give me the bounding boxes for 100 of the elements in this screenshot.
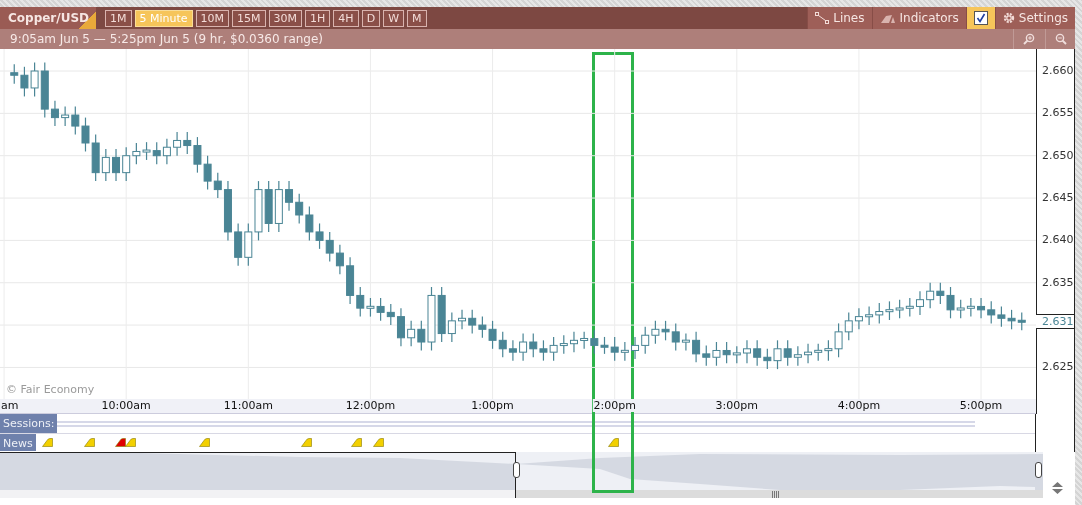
copyright-text: © Fair Economy	[6, 383, 95, 396]
date-range-text: 9:05am Jun 5 — 5:25pm Jun 5 (9 hr, $0.0360 range)	[9, 32, 324, 46]
toggle-checkbox[interactable]	[965, 7, 995, 29]
navigator-window[interactable]	[0, 452, 516, 498]
scroll-grip-icon	[772, 491, 779, 498]
candlestick	[356, 286, 365, 318]
price-label: 2.640	[1042, 233, 1074, 247]
candlestick	[641, 326, 650, 355]
price-label: 2.625	[1042, 360, 1074, 374]
candlestick	[173, 131, 182, 157]
candlestick	[702, 344, 711, 367]
candlestick	[854, 307, 863, 330]
range-handle[interactable]	[1035, 462, 1042, 478]
time-label: 5:00pm	[958, 399, 1004, 412]
news-flag-icon[interactable]	[301, 438, 312, 447]
news-flag-icon[interactable]	[351, 438, 362, 447]
candlestick	[122, 146, 131, 182]
timeframe-button[interactable]: M	[407, 9, 427, 27]
candlestick	[569, 331, 578, 353]
indicators-button[interactable]: Indicators	[871, 7, 966, 29]
settings-button[interactable]: Settings	[994, 7, 1075, 29]
news-flag-icon[interactable]	[199, 438, 210, 447]
candlestick	[162, 138, 171, 165]
candlestick	[417, 320, 426, 352]
news-label: News	[0, 434, 36, 451]
candlestick	[936, 282, 945, 305]
candlestick	[844, 311, 853, 341]
range-handle[interactable]	[513, 462, 520, 478]
time-label: 11:00am	[222, 399, 274, 412]
candlestick	[905, 297, 914, 318]
candlestick	[671, 322, 680, 352]
candlestick	[763, 348, 772, 370]
candlestick	[101, 148, 110, 182]
timeframe-button[interactable]: 15M	[232, 9, 266, 27]
time-label: 12:00pm	[344, 399, 397, 412]
news-flag-icon[interactable]	[608, 438, 619, 447]
symbol-label: Copper/USD	[0, 7, 96, 29]
candlestick	[956, 299, 965, 319]
timeframe-button[interactable]: 1H	[305, 9, 331, 27]
candlestick	[926, 282, 935, 309]
candlestick	[753, 339, 762, 367]
candlestick	[61, 105, 70, 127]
news-flag-icon[interactable]	[125, 438, 136, 447]
candlestick	[468, 309, 477, 335]
timeframe-button[interactable]: 10M	[195, 9, 230, 27]
candlestick	[742, 339, 751, 364]
time-label: 1:00pm	[470, 399, 515, 412]
candlestick	[295, 193, 304, 225]
candlestick	[946, 286, 955, 319]
candlestick	[508, 339, 517, 362]
news-flag-icon[interactable]	[373, 438, 384, 447]
price-label: 2.650	[1042, 148, 1074, 162]
up-down-arrows-icon	[1052, 482, 1063, 494]
timeframe-button[interactable]: 4H	[333, 9, 359, 27]
candlestick	[396, 307, 405, 347]
time-label: 4:00pm	[836, 399, 882, 412]
zoom-in-icon	[1022, 33, 1035, 45]
candlestick	[112, 148, 121, 182]
timeframe-button[interactable]: W	[383, 9, 404, 27]
timeframe-button[interactable]: 30M	[268, 9, 303, 27]
candlestick	[966, 297, 975, 318]
candlestick	[519, 332, 528, 362]
check-icon	[975, 13, 986, 23]
candlestick	[183, 131, 192, 155]
candlestick	[580, 331, 589, 350]
candlestick	[692, 331, 701, 363]
lines-button[interactable]: Lines	[807, 7, 872, 29]
candlestick	[773, 339, 782, 370]
zoom-out-icon	[1054, 33, 1067, 45]
candlestick	[875, 302, 884, 324]
candlestick	[71, 105, 80, 136]
candlestick	[865, 305, 874, 326]
candlestick	[81, 117, 90, 153]
timeframe-button[interactable]: D	[361, 9, 381, 27]
timeframe-button[interactable]: 1M	[105, 9, 132, 27]
candlestick	[915, 290, 924, 316]
last-price-label: 2.631	[1036, 313, 1074, 329]
news-flag-icon[interactable]	[115, 438, 126, 447]
candlestick	[987, 300, 996, 324]
candlestick	[447, 311, 456, 343]
candlestick	[386, 303, 395, 326]
news-flag-icon[interactable]	[42, 438, 53, 447]
candlestick	[620, 341, 629, 362]
candlestick	[335, 244, 344, 275]
candlestick	[977, 297, 986, 319]
price-label: 2.660	[1042, 64, 1074, 77]
indicator-shape-icon	[879, 12, 896, 24]
line-nodes-icon	[815, 12, 830, 24]
candlestick	[285, 180, 294, 212]
candlestick	[610, 336, 619, 362]
price-label: 2.635	[1042, 275, 1074, 289]
candlestick	[590, 329, 599, 355]
candlestick	[559, 334, 568, 355]
time-label: 3:00pm	[714, 399, 759, 412]
price-label: 2.655	[1042, 106, 1074, 120]
candlestick	[793, 345, 802, 367]
news-flag-icon[interactable]	[84, 438, 95, 447]
sessions-label: Sessions:	[0, 414, 58, 433]
candlestick	[631, 336, 640, 360]
time-label: 2:00pm	[592, 399, 637, 412]
